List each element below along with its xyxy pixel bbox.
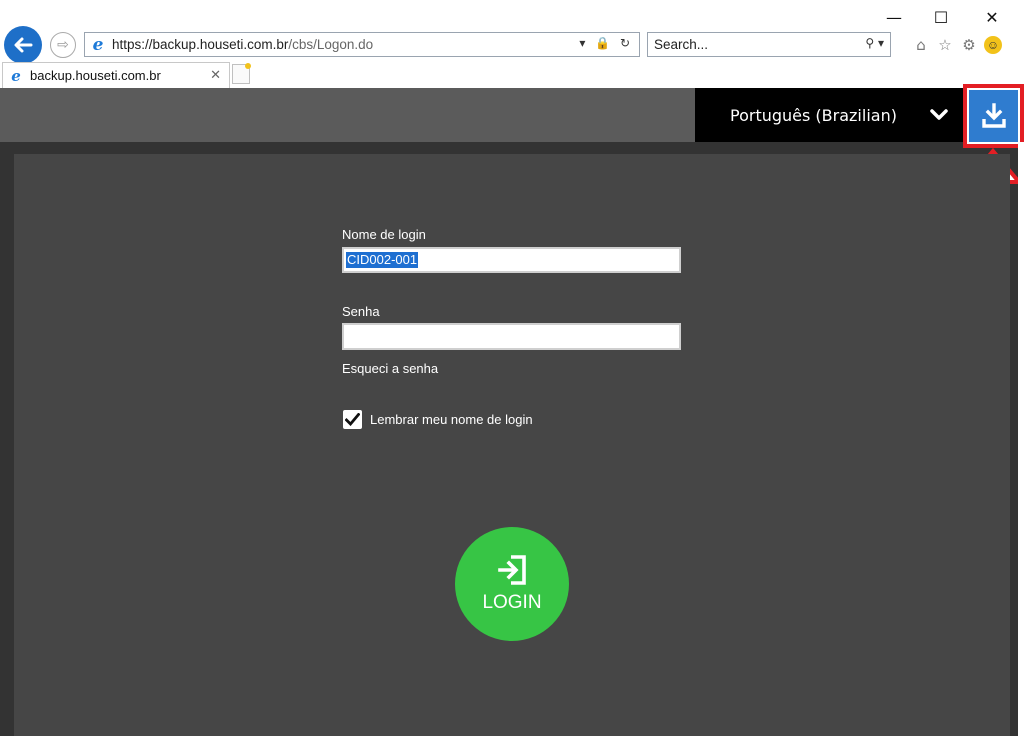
search-placeholder: Search... [654, 37, 709, 52]
password-input[interactable] [342, 323, 681, 350]
tab-ie-icon: e [11, 66, 21, 85]
search-icon[interactable]: ⚲ ▾ [865, 36, 884, 50]
login-name-input[interactable]: CID002-001 [342, 247, 681, 273]
download-icon [981, 103, 1006, 128]
scroll-edge [1018, 142, 1024, 736]
checkmark-icon [345, 413, 360, 426]
home-icon[interactable]: ⌂ [912, 36, 930, 54]
address-tools[interactable]: ▾ 🔒 ↻ [579, 36, 633, 50]
forward-button[interactable]: ⇨ [50, 32, 76, 58]
back-button[interactable] [4, 26, 42, 64]
new-tab-button[interactable] [232, 63, 251, 84]
download-highlight [963, 84, 1024, 148]
language-label: Português (Brazilian) [730, 105, 897, 125]
login-panel [14, 154, 1010, 736]
language-select[interactable]: Português (Brazilian) [695, 88, 965, 142]
forward-arrow-icon: ⇨ [57, 37, 69, 53]
login-button-label: LOGIN [482, 592, 542, 613]
browser-tab[interactable]: e backup.houseti.com.br ✕ [2, 62, 230, 88]
search-box[interactable]: Search... ⚲ ▾ [647, 32, 891, 57]
gear-icon[interactable]: ⚙ [960, 36, 978, 54]
forgot-password-link[interactable]: Esqueci a senha [342, 361, 438, 376]
feedback-smiley-icon[interactable]: ☺ [984, 36, 1002, 54]
maximize-button[interactable]: ☐ [921, 4, 961, 30]
sign-in-icon [498, 555, 526, 585]
remember-checkbox[interactable] [343, 410, 362, 429]
tab-title: backup.houseti.com.br [30, 68, 161, 83]
address-bar[interactable]: e https://backup.houseti.com.br/cbs/Logo… [84, 32, 640, 57]
url-text: https://backup.houseti.com.br/cbs/Logon.… [112, 37, 374, 52]
tab-close-icon[interactable]: ✕ [210, 68, 221, 83]
chevron-down-icon [930, 109, 948, 120]
toolbar-icons: ⌂ ☆ ⚙ ☺ [912, 32, 1002, 58]
remember-label: Lembrar meu nome de login [370, 412, 533, 427]
back-arrow-icon [14, 37, 33, 53]
minimize-button[interactable]: — [874, 4, 914, 30]
ie-icon: e [92, 34, 104, 55]
download-button[interactable] [969, 90, 1018, 142]
login-name-label: Nome de login [342, 227, 426, 242]
login-button[interactable]: LOGIN [455, 527, 569, 641]
close-window-button[interactable]: ✕ [972, 4, 1012, 30]
favorites-star-icon[interactable]: ☆ [936, 36, 954, 54]
password-label: Senha [342, 304, 380, 319]
login-name-value: CID002-001 [346, 252, 419, 268]
